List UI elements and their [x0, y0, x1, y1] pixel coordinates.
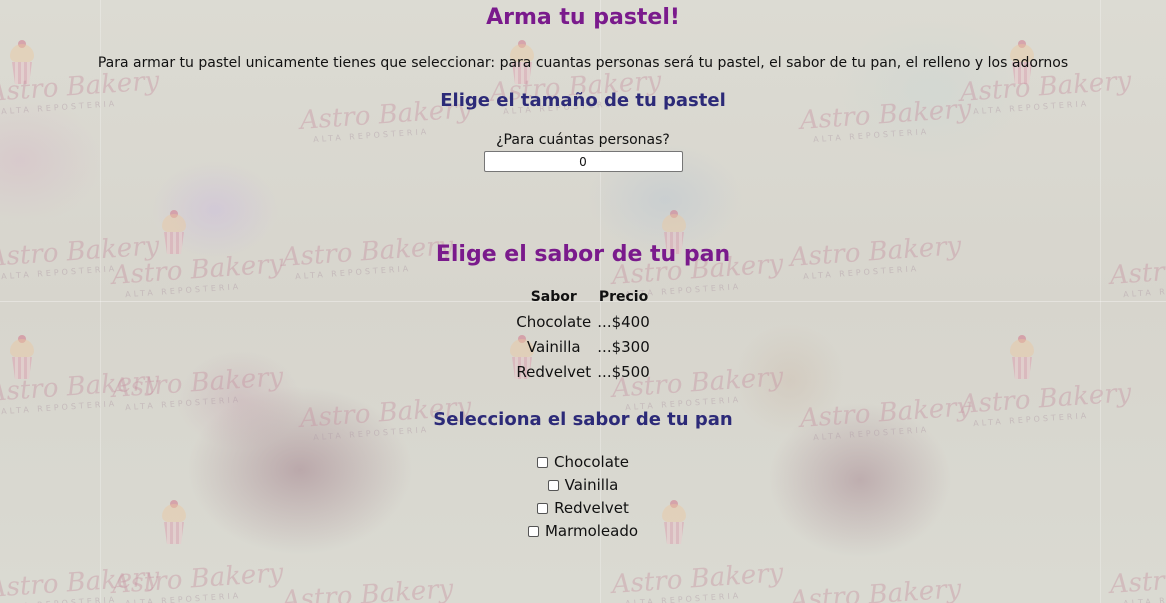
table-cell-flavor: Chocolate: [516, 312, 592, 331]
size-section-title: Elige el tamaño de tu pastel: [440, 90, 726, 111]
page-title: Arma tu pastel!: [486, 5, 680, 30]
flavor-option-chocolate: Chocolate: [0, 451, 1166, 474]
intro-text: Para armar tu pastel unicamente tienes q…: [97, 55, 1069, 71]
table-header-row: Sabor Precio: [514, 286, 652, 308]
table-row: Redvelvet ...$500: [514, 360, 652, 383]
chocolate-checkbox[interactable]: [536, 457, 548, 468]
table-row: Vainilla ...$300: [514, 335, 652, 358]
checkbox-label: Redvelvet: [554, 499, 629, 517]
flavor-option-vainilla: Vainilla: [0, 474, 1166, 497]
checkbox-label: Vainilla: [564, 476, 619, 494]
flavor-option-marmoleado: Marmoleado: [0, 520, 1166, 543]
people-count-input[interactable]: [483, 151, 683, 172]
table-cell-price: ...$300: [597, 337, 650, 356]
table-header-flavor: Sabor: [530, 289, 577, 305]
page-content: Arma tu pastel! Para armar tu pastel uni…: [0, 0, 1166, 543]
checkbox-label: Marmoleado: [544, 522, 639, 540]
flavor-price-table: Sabor Precio Chocolate ...$400 Vainilla …: [512, 284, 654, 385]
marmoleado-checkbox[interactable]: [527, 526, 539, 537]
flavor-checkbox-list: Chocolate Vainilla Redvelvet Marmoleado: [0, 451, 1166, 543]
select-flavor-title: Selecciona el sabor de tu pan: [433, 409, 733, 430]
flavor-section-title: Elige el sabor de tu pan: [435, 242, 731, 267]
vainilla-checkbox[interactable]: [547, 480, 559, 491]
watermark-logo: Astro BakeryALTA REPOSTERIA: [788, 574, 963, 603]
flavor-option-redvelvet: Redvelvet: [0, 497, 1166, 520]
table-cell-flavor: Vainilla: [526, 337, 581, 356]
table-cell-price: ...$400: [597, 312, 650, 331]
table-cell-price: ...$500: [597, 362, 650, 381]
people-label: ¿Para cuántas personas?: [496, 132, 670, 148]
watermark-logo: Astro BakeryALTA REPOSTERIA: [280, 574, 455, 603]
watermark-logo: Astro BakeryALTA REPOSTERIA: [610, 558, 785, 603]
checkbox-label: Chocolate: [553, 453, 630, 471]
table-row: Chocolate ...$400: [514, 310, 652, 333]
table-header-price: Precio: [598, 289, 649, 305]
redvelvet-checkbox[interactable]: [537, 503, 549, 514]
watermark-logo: Astro BakeryALTA REPOSTERIA: [1108, 558, 1166, 603]
table-cell-flavor: Redvelvet: [516, 362, 592, 381]
